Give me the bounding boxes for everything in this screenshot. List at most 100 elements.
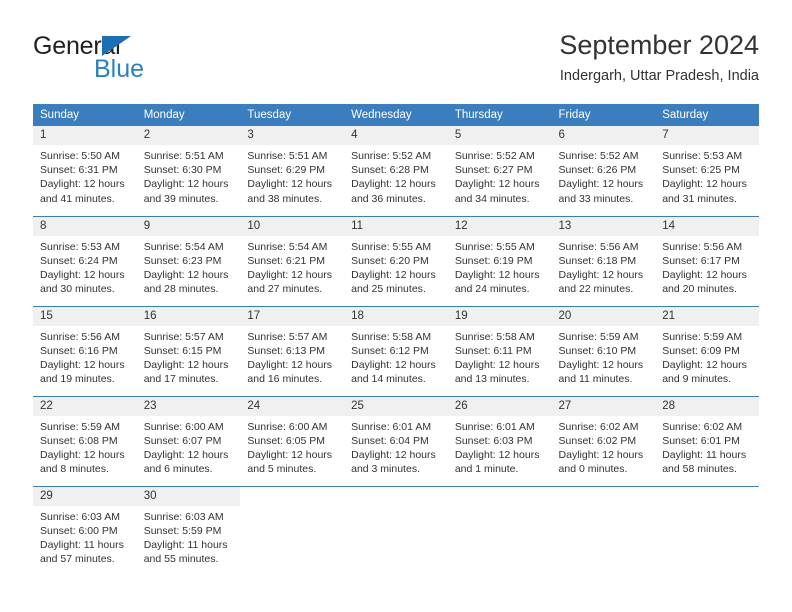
calendar-day-cell[interactable]: 15 Sunrise: 5:56 AM Sunset: 6:16 PM Dayligh…: [33, 305, 137, 396]
sunset-text: Sunset: 6:17 PM: [662, 254, 740, 267]
daylight-text-line1: Daylight: 12 hours: [454, 358, 540, 371]
daylight-text-line1: Daylight: 12 hours: [143, 268, 229, 281]
daylight-text-line1: Daylight: 12 hours: [247, 448, 333, 461]
page-title: September 2024: [559, 30, 759, 60]
sunset-text: Sunset: 6:05 PM: [247, 434, 326, 447]
day-details: Sunrise: 5:52 AM Sunset: 6:26 PM Daylight:…: [552, 145, 656, 206]
sunrise-text: Sunrise: 5:57 AM: [143, 330, 224, 343]
calendar-day-cell[interactable]: 10 Sunrise: 5:54 AM Sunset: 6:21 PM Dayligh…: [240, 215, 345, 306]
sunrise-text: Sunrise: 5:56 AM: [558, 240, 639, 253]
sunset-text: Sunset: 6:12 PM: [351, 344, 429, 357]
calendar-day-cell[interactable]: 5 Sunrise: 5:52 AM Sunset: 6:27 PM Daylight…: [447, 126, 552, 216]
sunrise-text: Sunrise: 5:54 AM: [247, 240, 328, 253]
sunset-text: Sunset: 6:01 PM: [662, 434, 740, 447]
calendar-day-cell[interactable]: 27 Sunrise: 6:02 AM Sunset: 6:02 PM Dayligh…: [551, 395, 656, 486]
day-details: Sunrise: 5:55 AM Sunset: 6:20 PM Daylight:…: [344, 236, 448, 297]
day-details: [448, 506, 552, 510]
daylight-text-line1: Daylight: 12 hours: [40, 358, 125, 371]
calendar-day-cell[interactable]: 14 Sunrise: 5:56 AM Sunset: 6:17 PM Dayligh…: [655, 215, 759, 306]
day-details: Sunrise: 5:56 AM Sunset: 6:16 PM Daylight:…: [33, 326, 137, 387]
daylight-text-line1: Daylight: 12 hours: [351, 178, 436, 191]
daylight-text-line2: and 0 minutes.: [558, 463, 628, 476]
calendar-day-cell-empty: [344, 485, 448, 576]
day-details: Sunrise: 6:01 AM Sunset: 6:04 PM Daylight:…: [344, 416, 448, 477]
calendar-day-cell-empty: [655, 485, 759, 576]
daylight-text-line2: and 14 minutes.: [351, 373, 426, 386]
day-number: 3: [240, 126, 345, 145]
daylight-text-line1: Daylight: 12 hours: [558, 358, 644, 371]
calendar-day-cell[interactable]: 23 Sunrise: 6:00 AM Sunset: 6:07 PM Dayligh…: [136, 395, 241, 486]
daylight-text-line1: Daylight: 12 hours: [143, 448, 229, 461]
calendar-day-cell[interactable]: 11 Sunrise: 5:55 AM Sunset: 6:20 PM Dayligh…: [344, 215, 448, 306]
calendar-day-cell[interactable]: 28 Sunrise: 6:02 AM Sunset: 6:01 PM Dayligh…: [655, 395, 759, 486]
calendar-day-cell[interactable]: 30 Sunrise: 6:03 AM Sunset: 5:59 PM Dayligh…: [136, 485, 241, 576]
calendar-day-cell[interactable]: 20 Sunrise: 5:59 AM Sunset: 6:10 PM Dayligh…: [551, 305, 656, 396]
daylight-text-line2: and 55 minutes.: [143, 553, 219, 566]
sunset-text: Sunset: 6:03 PM: [454, 434, 533, 447]
daylight-text-line2: and 58 minutes.: [662, 463, 737, 476]
calendar-day-cell[interactable]: 1 Sunrise: 5:50 AM Sunset: 6:31 PM Daylight…: [33, 126, 137, 216]
calendar-day-cell[interactable]: 24 Sunrise: 6:00 AM Sunset: 6:05 PM Dayligh…: [240, 395, 345, 486]
daylight-text-line2: and 24 minutes.: [454, 283, 530, 296]
calendar-day-cell[interactable]: 18 Sunrise: 5:58 AM Sunset: 6:12 PM Dayligh…: [344, 305, 448, 396]
calendar-day-cell[interactable]: 3 Sunrise: 5:51 AM Sunset: 6:29 PM Daylight…: [240, 126, 345, 216]
day-details: Sunrise: 6:02 AM Sunset: 6:02 PM Daylight:…: [552, 416, 656, 477]
day-number: 28: [655, 396, 759, 416]
sunrise-text: Sunrise: 5:51 AM: [247, 150, 328, 162]
daylight-text-line2: and 25 minutes.: [351, 283, 426, 296]
calendar-day-cell-empty: [551, 485, 656, 576]
day-number: 22: [33, 396, 137, 416]
calendar-day-cell[interactable]: 16 Sunrise: 5:57 AM Sunset: 6:15 PM Dayligh…: [136, 305, 241, 396]
sunset-text: Sunset: 6:21 PM: [247, 254, 326, 267]
calendar-day-cell[interactable]: 6 Sunrise: 5:52 AM Sunset: 6:26 PM Daylight…: [551, 126, 656, 216]
page-subtitle: Indergarh, Uttar Pradesh, India: [559, 68, 759, 84]
calendar-day-cell[interactable]: 2 Sunrise: 5:51 AM Sunset: 6:30 PM Daylight…: [136, 126, 241, 216]
calendar-day-cell[interactable]: 29 Sunrise: 6:03 AM Sunset: 6:00 PM Dayligh…: [33, 485, 137, 576]
day-details: Sunrise: 5:56 AM Sunset: 6:17 PM Daylight:…: [655, 236, 759, 297]
day-number: 29: [33, 486, 137, 506]
general-blue-logo[interactable]: General Blue: [33, 32, 263, 88]
calendar-day-cell[interactable]: 4 Sunrise: 5:52 AM Sunset: 6:28 PM Daylight…: [344, 126, 448, 216]
day-number: 27: [551, 396, 656, 416]
daylight-text-line2: and 6 minutes.: [143, 463, 213, 476]
calendar-day-cell[interactable]: 26 Sunrise: 6:01 AM Sunset: 6:03 PM Dayligh…: [447, 395, 552, 486]
calendar-day-cell[interactable]: 22 Sunrise: 5:59 AM Sunset: 6:08 PM Dayligh…: [33, 395, 137, 486]
calendar-day-cell[interactable]: 8 Sunrise: 5:53 AM Sunset: 6:24 PM Daylight…: [33, 215, 137, 306]
day-number: [552, 487, 656, 506]
day-details: Sunrise: 5:55 AM Sunset: 6:19 PM Daylight:…: [448, 236, 552, 297]
calendar-day-cell[interactable]: 21 Sunrise: 5:59 AM Sunset: 6:09 PM Dayligh…: [655, 305, 759, 396]
sunrise-text: Sunrise: 5:56 AM: [662, 240, 743, 253]
sunrise-text: Sunrise: 6:03 AM: [143, 510, 224, 523]
calendar-week-row: 29 Sunrise: 6:03 AM Sunset: 6:00 PM Dayligh…: [33, 485, 759, 576]
calendar-day-cell[interactable]: 19 Sunrise: 5:58 AM Sunset: 6:11 PM Dayligh…: [447, 305, 552, 396]
calendar-day-cell[interactable]: 12 Sunrise: 5:55 AM Sunset: 6:19 PM Dayligh…: [447, 215, 552, 306]
sunrise-text: Sunrise: 6:03 AM: [40, 510, 120, 523]
weekday-header-monday: Monday: [136, 104, 241, 126]
sunrise-text: Sunrise: 6:02 AM: [662, 420, 743, 433]
day-details: Sunrise: 5:51 AM Sunset: 6:30 PM Daylight:…: [137, 145, 241, 206]
calendar-day-cell[interactable]: 9 Sunrise: 5:54 AM Sunset: 6:23 PM Daylight…: [136, 215, 241, 306]
calendar-day-cell[interactable]: 25 Sunrise: 6:01 AM Sunset: 6:04 PM Dayligh…: [344, 395, 448, 486]
day-number: 18: [344, 306, 448, 326]
sunrise-text: Sunrise: 6:01 AM: [454, 420, 535, 433]
day-number: 8: [33, 216, 137, 236]
day-details: Sunrise: 6:00 AM Sunset: 6:07 PM Daylight:…: [137, 416, 241, 477]
day-number: 9: [136, 216, 241, 236]
day-number: 21: [655, 306, 759, 326]
daylight-text-line2: and 9 minutes.: [662, 373, 732, 386]
daylight-text-line1: Daylight: 11 hours: [662, 448, 747, 461]
day-number: 20: [551, 306, 656, 326]
day-details: Sunrise: 5:51 AM Sunset: 6:29 PM Daylight:…: [240, 145, 344, 206]
day-number: [655, 487, 759, 506]
calendar-day-cell[interactable]: 17 Sunrise: 5:57 AM Sunset: 6:13 PM Dayligh…: [240, 305, 345, 396]
day-details: Sunrise: 5:58 AM Sunset: 6:12 PM Daylight:…: [344, 326, 448, 387]
calendar-day-cell[interactable]: 7 Sunrise: 5:53 AM Sunset: 6:25 PM Daylight…: [655, 126, 759, 216]
calendar-day-cell[interactable]: 13 Sunrise: 5:56 AM Sunset: 6:18 PM Dayligh…: [551, 215, 656, 306]
daylight-text-line2: and 57 minutes.: [40, 553, 115, 566]
day-number: 5: [447, 126, 552, 145]
day-details: Sunrise: 5:50 AM Sunset: 6:31 PM Daylight:…: [33, 145, 137, 206]
day-number: 24: [240, 396, 345, 416]
sunset-text: Sunset: 6:10 PM: [558, 344, 637, 357]
day-details: Sunrise: 6:02 AM Sunset: 6:01 PM Daylight:…: [655, 416, 759, 477]
sunrise-text: Sunrise: 5:57 AM: [247, 330, 328, 343]
